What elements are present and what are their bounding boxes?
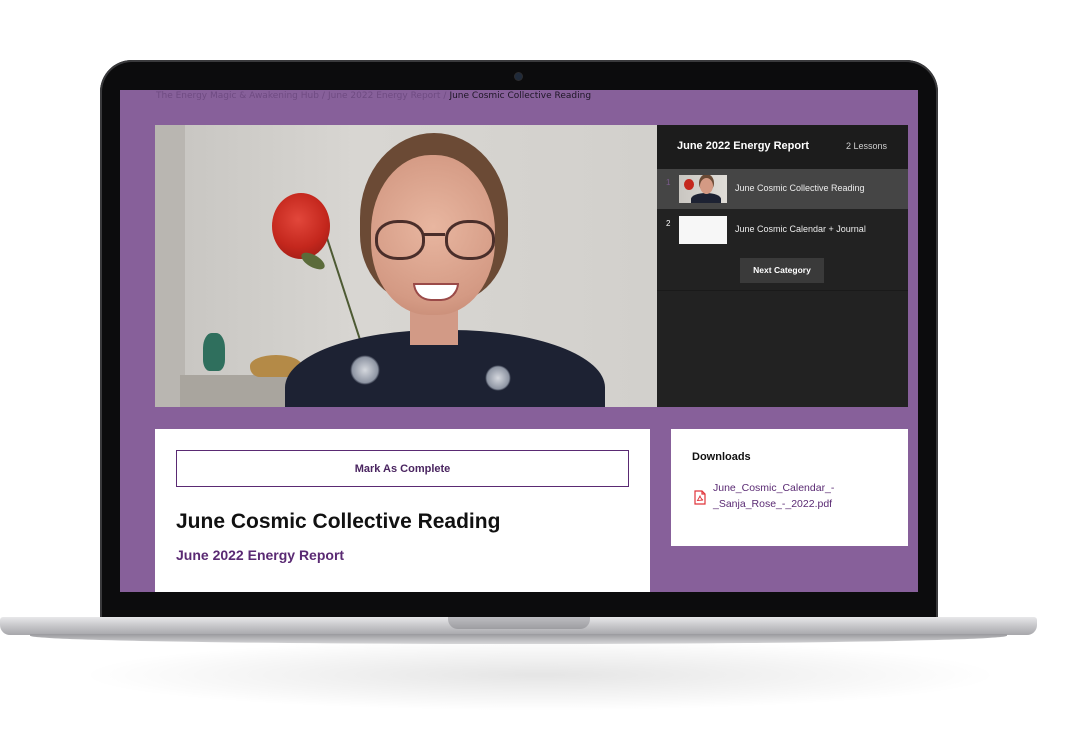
lesson-item-label: June Cosmic Collective Reading xyxy=(735,183,865,193)
laptop-screen: The Energy Magic & Awakening Hub / June 20… xyxy=(120,90,918,592)
download-file-link[interactable]: June_Cosmic_Calendar_-_Sanja_Rose_-_2022… xyxy=(713,480,873,512)
lesson-thumbnail xyxy=(679,175,727,203)
lesson-thumbnail xyxy=(679,216,727,244)
breadcrumb-separator: / xyxy=(443,91,447,101)
video-rose xyxy=(272,193,330,259)
lessons-panel-title: June 2022 Energy Report xyxy=(677,140,810,152)
breadcrumb-separator: / xyxy=(321,91,325,101)
downloads-card: Downloads June_Cosmic_Calendar_-_Sanja_R… xyxy=(671,429,908,546)
lesson-number: 1 xyxy=(666,178,671,187)
lesson-info-card: Mark As Complete June Cosmic Collective … xyxy=(155,429,650,592)
lesson-video-player[interactable] xyxy=(155,125,657,407)
video-glasses-right xyxy=(445,220,495,260)
thumbnail-person-shirt xyxy=(691,193,721,203)
video-shirt-pattern xyxy=(350,355,380,385)
video-glasses-left xyxy=(375,220,425,260)
lessons-panel-header: June 2022 Energy Report 2 Lessons xyxy=(657,125,908,169)
mark-complete-button[interactable]: Mark As Complete xyxy=(176,450,629,487)
breadcrumb-category-link[interactable]: June 2022 Energy Report xyxy=(328,91,440,101)
lesson-item-label: June Cosmic Calendar + Journal xyxy=(735,224,866,234)
video-vase xyxy=(203,333,225,371)
thumbnail-person-face xyxy=(700,178,713,194)
laptop-hinge-notch xyxy=(448,617,590,629)
lessons-panel: June 2022 Energy Report 2 Lessons 1 June… xyxy=(657,125,908,407)
breadcrumb-hub-link[interactable]: The Energy Magic & Awakening Hub xyxy=(156,91,319,101)
pdf-file-icon xyxy=(694,490,706,505)
lessons-count: 2 Lessons xyxy=(845,141,887,151)
laptop-bottom-bezel xyxy=(110,592,928,616)
lesson-item[interactable]: 2 June Cosmic Calendar + Journal xyxy=(657,210,908,250)
downloads-title: Downloads xyxy=(692,451,751,463)
video-shelf xyxy=(180,375,300,407)
laptop-shadow xyxy=(90,640,990,710)
breadcrumb: The Energy Magic & Awakening Hub / June 20… xyxy=(156,91,591,101)
next-category-button[interactable]: Next Category xyxy=(740,258,824,283)
video-shirt-pattern xyxy=(485,365,511,391)
breadcrumb-current: June Cosmic Collective Reading xyxy=(449,91,592,101)
lesson-item[interactable]: 1 June Cosmic Collective Reading xyxy=(657,169,908,209)
video-glasses-bridge xyxy=(423,233,445,236)
lessons-panel-divider xyxy=(657,290,908,291)
webcam-icon xyxy=(515,73,522,80)
lesson-title: June Cosmic Collective Reading xyxy=(176,510,501,533)
thumbnail-rose xyxy=(684,179,694,190)
lesson-number: 2 xyxy=(666,219,671,228)
video-wall-shade xyxy=(155,125,185,407)
lesson-category-link[interactable]: June 2022 Energy Report xyxy=(176,547,344,563)
